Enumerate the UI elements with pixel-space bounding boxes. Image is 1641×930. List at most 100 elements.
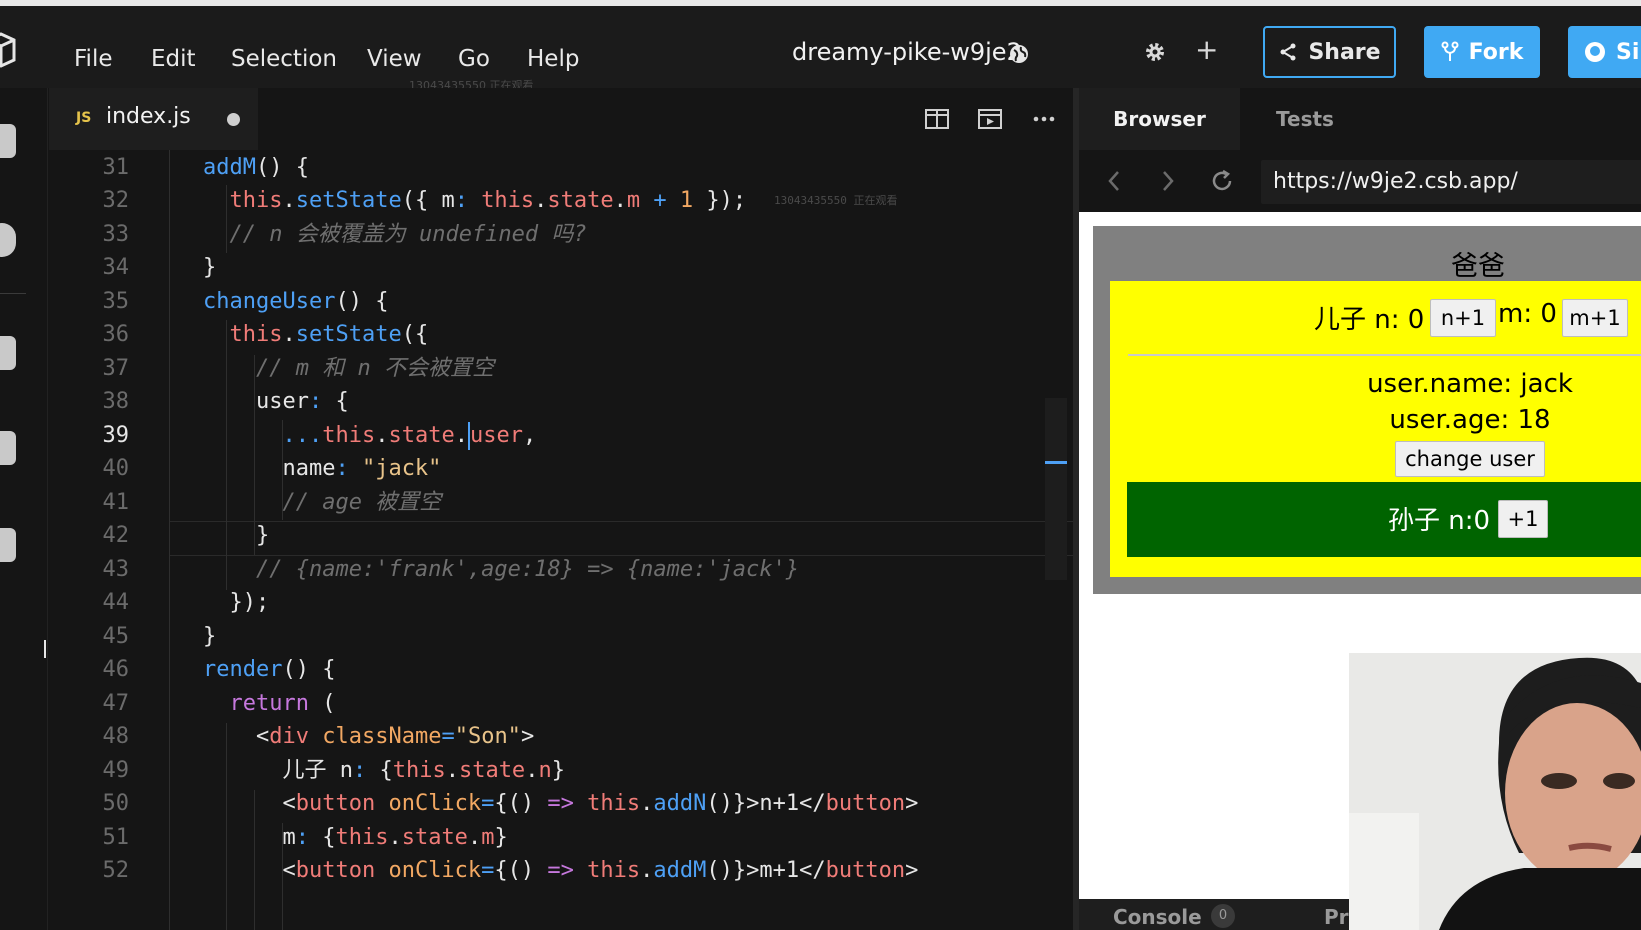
codesandbox-logo-icon[interactable] (0, 32, 16, 68)
code-text: } (203, 624, 217, 649)
line-number-active: 39 (102, 423, 130, 448)
refresh-icon[interactable] (1209, 168, 1235, 194)
line-number: 43 (102, 557, 130, 582)
code-text: changeUser() { (203, 289, 389, 314)
code-text: }); (203, 590, 270, 615)
divider-line (1128, 354, 1641, 356)
code-text: <div className="Son"> (203, 724, 535, 749)
js-file-icon: JS (76, 110, 92, 126)
code-line: 34} (49, 250, 1073, 285)
papa-title: 爸爸 (1451, 251, 1505, 282)
code-editor: JS index.js 31 addM() { 32 this.setState(… (49, 88, 1073, 930)
tab-label: index.js (106, 104, 191, 129)
grandson-plus-one-button[interactable]: +1 (1498, 500, 1548, 538)
menu-edit[interactable]: Edit (151, 46, 196, 72)
grandson-n-label: 孙子 n:0 (1388, 506, 1491, 536)
code-line: 51 m: {this.state.m} (49, 820, 1073, 855)
watermark-text: 13043435550 正在观看 (774, 194, 898, 207)
line-number: 35 (102, 289, 130, 314)
code-text: this.setState({ m: this.state.m + 1 }); (229, 188, 747, 213)
line-number: 47 (102, 691, 130, 716)
menu-help[interactable]: Help (527, 46, 579, 72)
live-icon[interactable] (0, 528, 16, 562)
son-component: 儿子 n: 0 n+1 m: 0 m+1 user.name: jack use… (1110, 281, 1641, 577)
line-number: 41 (102, 490, 130, 515)
split-view-icon[interactable] (924, 107, 950, 131)
code-text: name: "jack" (203, 456, 442, 481)
share-icon (1280, 43, 1296, 61)
share-button[interactable]: Share (1263, 26, 1396, 78)
forward-icon[interactable] (1154, 168, 1180, 194)
deploy-icon[interactable] (0, 431, 16, 465)
code-line: 41 // age 被置空 (49, 485, 1073, 520)
line-number: 34 (102, 255, 130, 280)
menu-view[interactable]: View (367, 46, 422, 72)
webcam-overlay (1349, 653, 1641, 930)
menu-selection[interactable]: Selection (231, 46, 337, 72)
share-label: Share (1308, 39, 1381, 65)
settings-icon[interactable] (0, 223, 16, 257)
code-text: return ( (229, 691, 336, 716)
console-count-badge: 0 (1211, 904, 1235, 928)
papa-component: 爸爸 儿子 n: 0 n+1 m: 0 m+1 user.name: jack … (1093, 226, 1641, 594)
code-text: } (203, 255, 217, 280)
menu-file[interactable]: File (74, 46, 113, 72)
line-number: 48 (102, 724, 130, 749)
console-tab[interactable]: Console (1113, 905, 1202, 929)
code-line: 35 changeUser() { (49, 284, 1073, 319)
fork-label: Fork (1468, 39, 1524, 65)
code-line: 49 儿子 n: {this.state.n} (49, 753, 1073, 788)
code-text: render() { (203, 657, 336, 682)
code-line: 39 ...this.state.user, (49, 418, 1073, 453)
m-plus-one-button[interactable]: m+1 (1562, 299, 1628, 337)
line-number: 40 (102, 456, 130, 481)
code-line: 50 <button onClick={() => this.addN()}>n… (49, 786, 1073, 821)
project-title[interactable]: dreamy-pike-w9je2 (792, 38, 1022, 66)
menu-go[interactable]: Go (458, 46, 490, 72)
code-text: } (203, 523, 270, 548)
line-number: 46 (102, 657, 130, 682)
url-input[interactable]: https://w9je2.csb.app/ (1261, 160, 1641, 204)
line-number: 50 (102, 791, 130, 816)
line-number: 37 (102, 356, 130, 381)
tab-tests[interactable]: Tests (1240, 88, 1370, 150)
code-line: 44 }); (49, 585, 1073, 620)
github-label: Si (1616, 39, 1640, 65)
more-options-icon[interactable] (1031, 107, 1057, 131)
code-text: 儿子 n: {this.state.n} (203, 758, 565, 783)
globe-icon (1010, 45, 1028, 63)
preview-icon[interactable] (977, 107, 1003, 131)
change-user-button[interactable]: change user (1395, 441, 1545, 477)
sandbox-icon[interactable] (0, 124, 16, 158)
github-signin-button[interactable]: Si (1568, 26, 1641, 78)
tab-browser[interactable]: Browser (1079, 88, 1240, 150)
editor-scrollbar[interactable] (1045, 398, 1067, 580)
grandson-component: 孙子 n:0 +1 (1127, 482, 1641, 557)
github-sidebar-icon[interactable] (0, 336, 16, 370)
code-text: m: {this.state.m} (203, 825, 508, 850)
code-line: 40 name: "jack" (49, 451, 1073, 486)
line-number: 51 (102, 825, 130, 850)
code-text: // n 会被覆盖为 undefined 吗? (203, 222, 587, 247)
n-plus-one-button[interactable]: n+1 (1430, 299, 1496, 337)
line-number: 45 (102, 624, 130, 649)
add-icon[interactable]: + (1195, 36, 1218, 64)
activity-bar (0, 88, 48, 930)
code-text: // age 被置空 (203, 490, 442, 515)
line-number: 33 (102, 222, 130, 247)
resize-handle[interactable] (44, 640, 46, 658)
code-text: addM() { (203, 155, 309, 180)
line-number: 52 (102, 858, 130, 883)
fork-button[interactable]: Fork (1424, 26, 1540, 78)
scrollbar-cursor-marker (1045, 461, 1067, 464)
code-line: 38 user: { (49, 384, 1073, 419)
line-number: 44 (102, 590, 130, 615)
unsaved-dot-icon[interactable] (227, 113, 240, 126)
gear-icon[interactable] (1143, 40, 1167, 64)
line-number: 31 (102, 155, 130, 180)
code-area[interactable]: 31 addM() { 32 this.setState({ m: this.st… (49, 150, 1073, 930)
browser-nav-bar: https://w9je2.csb.app/ (1079, 150, 1641, 212)
back-icon[interactable] (1102, 168, 1128, 194)
code-line: 42 } (49, 518, 1073, 553)
tab-index-js[interactable]: JS index.js (49, 88, 258, 150)
